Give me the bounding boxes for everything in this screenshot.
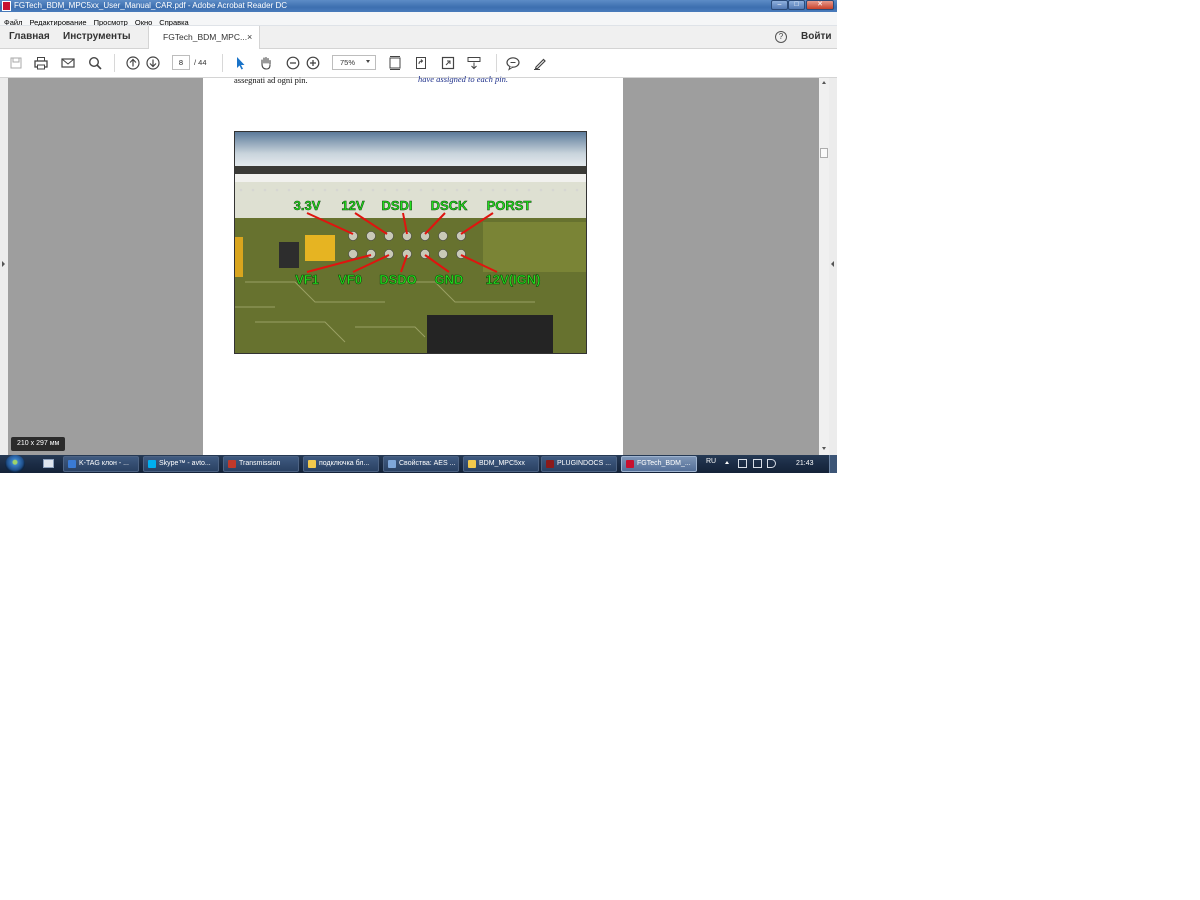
taskbar-item[interactable]: PLUGINDOCS ... — [541, 456, 617, 472]
expand-left-pane-icon — [2, 261, 5, 267]
taskbar-item[interactable]: Transmission — [223, 456, 299, 472]
zoom-value: 75% — [340, 58, 356, 67]
taskbar-item-label: BDM_MPC5xx — [479, 460, 525, 467]
taskbar-app-icon — [468, 460, 476, 468]
fit-page-icon[interactable] — [387, 55, 403, 71]
expand-right-pane-icon — [831, 261, 834, 267]
network-icon[interactable] — [753, 459, 762, 468]
close-window-button[interactable]: ✕ — [806, 0, 834, 10]
language-indicator[interactable]: RU — [706, 455, 716, 469]
document-tab-label: FGTech_BDM_MPC... — [163, 32, 248, 42]
pin-label-vf0: VF0 — [338, 272, 362, 287]
page-size-tooltip: 210 x 297 мм — [11, 437, 66, 451]
zoom-select[interactable]: 75% — [332, 55, 376, 70]
minimize-button[interactable]: – — [771, 0, 788, 10]
email-icon[interactable] — [60, 55, 76, 71]
taskbar-app-icon — [148, 460, 156, 468]
pinout-photo: 3.3V 12V DSDI DSCK PORST VF1 VF0 DSDO GN… — [234, 131, 587, 354]
close-tab-icon[interactable]: × — [247, 26, 252, 48]
scroll-up-icon[interactable] — [822, 81, 826, 84]
left-pane-toggle[interactable] — [0, 78, 8, 455]
taskbar-app-icon — [388, 460, 396, 468]
page-number-input[interactable]: 8 — [172, 55, 190, 70]
full-screen-icon[interactable] — [440, 55, 456, 71]
show-desktop-button[interactable] — [829, 455, 837, 473]
taskbar-item[interactable]: подключка бл... — [303, 456, 379, 472]
toolbar-divider — [496, 54, 497, 72]
pin-label-dsdi: DSDI — [381, 198, 412, 213]
taskbar-item[interactable]: K-TAG клон - ... — [63, 456, 139, 472]
quick-launch-icon[interactable] — [43, 459, 54, 468]
taskbar-app-icon — [546, 460, 554, 468]
scrolling-mode-icon[interactable] — [466, 55, 482, 71]
menu-bar: Файл Редактирование Просмотр Окно Справка — [0, 12, 837, 27]
pin-label-12v-ign: 12V(IGN) — [486, 272, 541, 287]
highlight-pen-icon[interactable] — [532, 55, 548, 71]
pin-label-3v3: 3.3V — [294, 198, 321, 213]
taskbar-item-label: Skype™ - avto... — [159, 460, 211, 467]
tab-tools[interactable]: Инструменты — [63, 26, 131, 48]
rotate-view-icon[interactable] — [413, 55, 429, 71]
taskbar-item[interactable]: FGTech_BDM_... — [621, 456, 697, 472]
previous-page-icon[interactable] — [125, 55, 141, 71]
taskbar-item-label: PLUGINDOCS ... — [557, 460, 612, 467]
taskbar-item-label: K-TAG клон - ... — [79, 460, 129, 467]
scroll-down-icon[interactable] — [822, 447, 826, 450]
vertical-scrollbar[interactable] — [819, 78, 829, 455]
taskbar-item-label: Свойства: AES ... — [399, 460, 456, 467]
pdf-page[interactable]: assegnati ad ogni pin. have assigned to … — [203, 74, 623, 455]
taskbar-item-label: Transmission — [239, 460, 281, 467]
tab-home[interactable]: Главная — [9, 26, 50, 48]
taskbar-item[interactable]: Skype™ - avto... — [143, 456, 219, 472]
select-tool-icon[interactable] — [232, 55, 248, 71]
taskbar-app-icon — [68, 460, 76, 468]
sign-in-button[interactable]: Войти — [801, 26, 832, 48]
zoom-out-icon[interactable] — [285, 55, 301, 71]
taskbar-item-label: FGTech_BDM_... — [637, 460, 691, 467]
volume-icon[interactable] — [767, 459, 776, 468]
taskbar-item[interactable]: Свойства: AES ... — [383, 456, 459, 472]
taskbar-item[interactable]: BDM_MPC5xx — [463, 456, 539, 472]
clock[interactable]: 21:43 — [796, 455, 814, 473]
toolbar-divider — [114, 54, 115, 72]
hand-tool-icon[interactable] — [258, 55, 274, 71]
show-hidden-icons-icon[interactable] — [725, 461, 729, 464]
pin-label-dsdo: DSDO — [379, 272, 417, 287]
taskbar-item-label: подключка бл... — [319, 460, 370, 467]
page-text-english: have assigned to each pin. — [418, 74, 508, 84]
right-pane-toggle[interactable] — [829, 78, 837, 455]
chevron-down-icon — [366, 60, 370, 63]
pin-label-porst: PORST — [487, 198, 532, 213]
windows-taskbar: K-TAG клон - ... Skype™ - avto... Transmis… — [0, 455, 837, 473]
zoom-in-icon[interactable] — [305, 55, 321, 71]
help-icon[interactable]: ? — [775, 31, 787, 43]
pin-label-dsck: DSCK — [431, 198, 468, 213]
taskbar-app-icon — [228, 460, 236, 468]
print-icon[interactable] — [33, 55, 49, 71]
comment-icon[interactable] — [505, 55, 521, 71]
scrollbar-thumb[interactable] — [820, 148, 828, 158]
page-text-italian: assegnati ad ogni pin. — [234, 75, 308, 85]
taskbar-app-icon — [308, 460, 316, 468]
taskbar-app-icon — [626, 460, 634, 468]
screen: FGTech_BDM_MPC5xx_User_Manual_CAR.pdf - … — [0, 0, 837, 473]
document-viewport[interactable]: assegnati ad ogni pin. have assigned to … — [0, 74, 837, 455]
save-icon[interactable] — [8, 55, 24, 71]
window-title: FGTech_BDM_MPC5xx_User_Manual_CAR.pdf - … — [14, 1, 288, 10]
maximize-button[interactable]: □ — [788, 0, 805, 10]
toolbar-divider — [222, 54, 223, 72]
pin-label-vf1: VF1 — [295, 272, 319, 287]
search-icon[interactable] — [87, 55, 103, 71]
acrobat-app-icon — [2, 1, 11, 11]
document-tab[interactable]: FGTech_BDM_MPC... × — [148, 26, 260, 49]
page-total: / 44 — [194, 58, 207, 67]
title-bar[interactable]: FGTech_BDM_MPC5xx_User_Manual_CAR.pdf - … — [0, 0, 837, 12]
pin-label-gnd: GND — [435, 272, 464, 287]
app-tab-bar: Главная Инструменты FGTech_BDM_MPC... × … — [0, 26, 837, 49]
next-page-icon[interactable] — [145, 55, 161, 71]
pin-label-12v: 12V — [341, 198, 364, 213]
start-button[interactable] — [5, 455, 25, 473]
tray-app-icon[interactable] — [738, 459, 747, 468]
